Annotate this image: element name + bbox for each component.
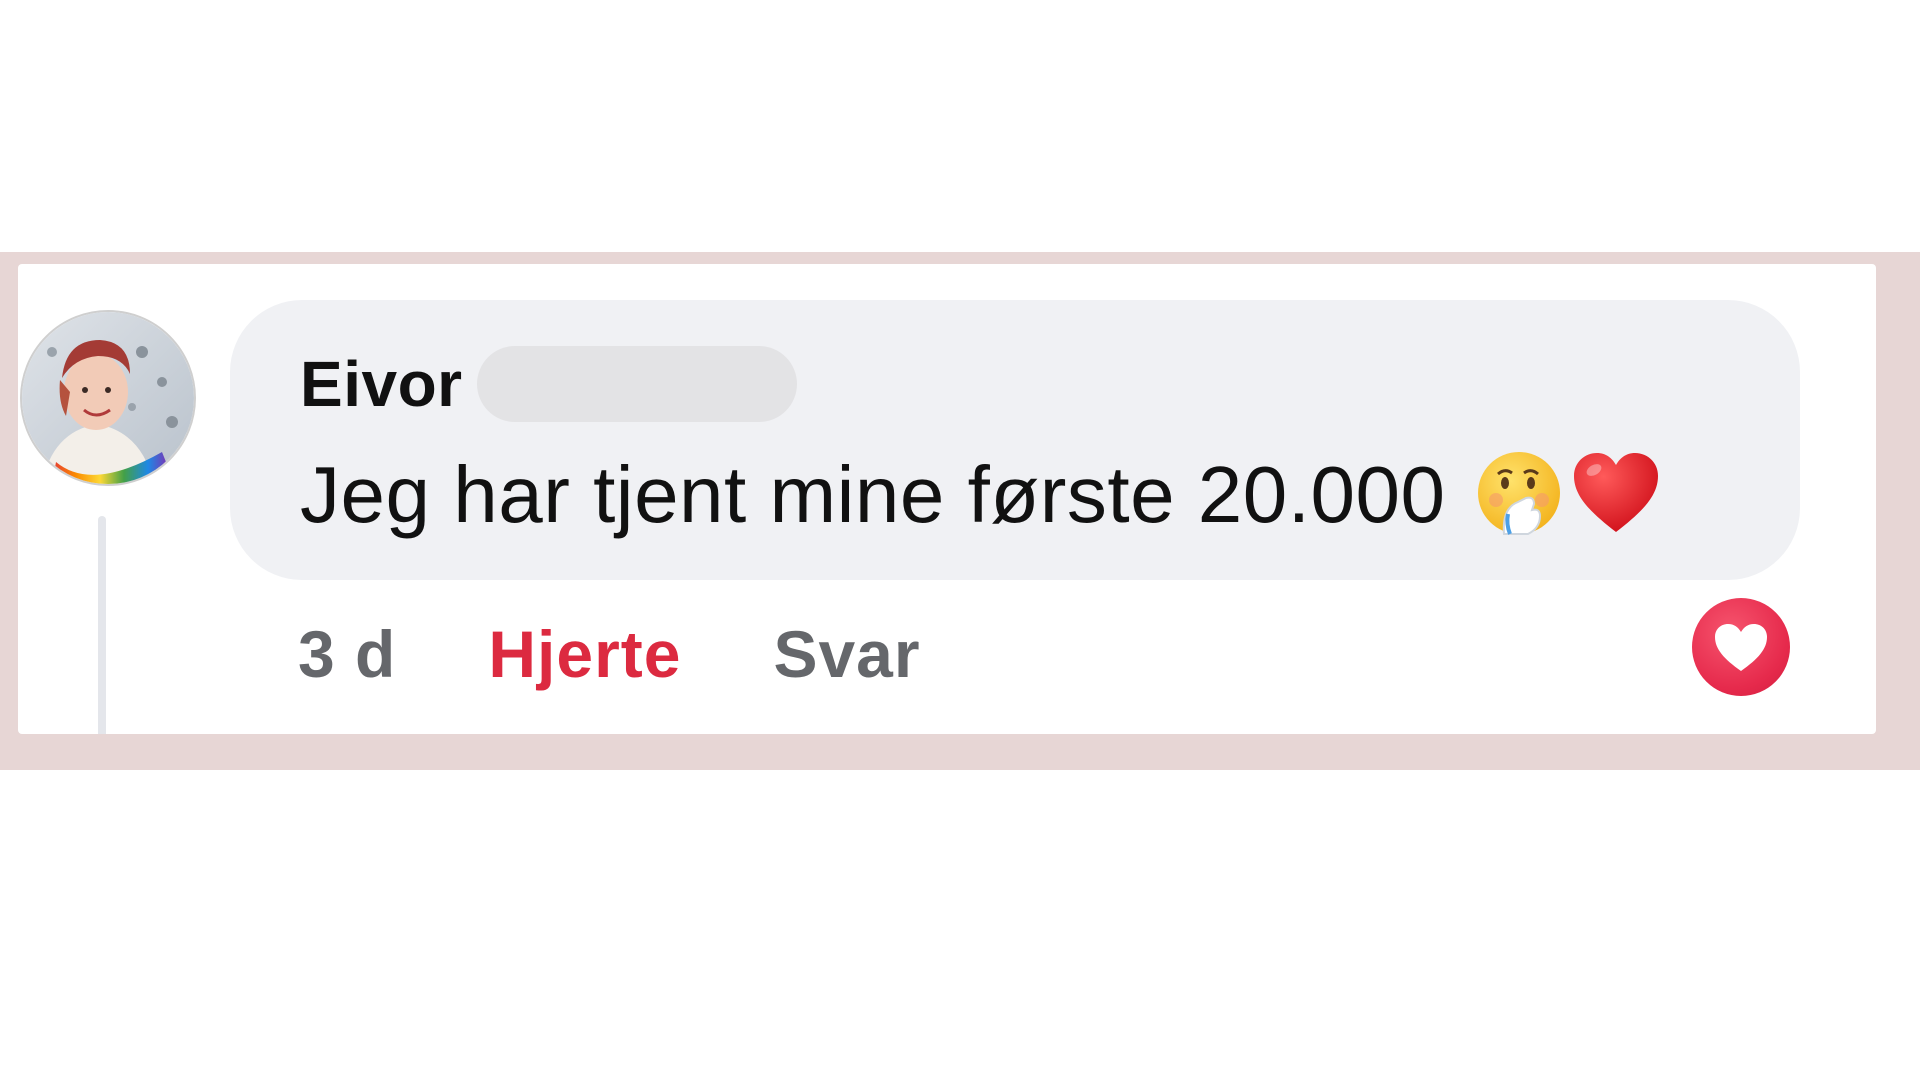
comment-card: Eivor Jeg har tjent mine første 20.000 3… — [18, 264, 1876, 734]
heart-reaction-glyph — [1715, 624, 1767, 671]
comment-bubble: Eivor Jeg har tjent mine første 20.000 — [230, 300, 1800, 580]
comment-row: Jeg har tjent mine første 20.000 — [300, 440, 1662, 550]
love-reaction-button[interactable]: Hjerte — [488, 616, 681, 692]
thread-line — [98, 516, 106, 734]
face-with-hand-over-mouth-icon — [1474, 448, 1564, 543]
reply-button[interactable]: Svar — [773, 616, 920, 692]
author-row: Eivor — [300, 346, 797, 422]
author-name[interactable]: Eivor — [300, 347, 463, 421]
heart-reaction-icon[interactable] — [1692, 598, 1790, 696]
timestamp-link[interactable]: 3 d — [298, 616, 396, 692]
avatar-photo — [22, 312, 194, 484]
redacted-surname — [476, 346, 797, 422]
comment-actions: 3 d Hjerte Svar — [298, 612, 921, 696]
red-heart-icon — [1570, 450, 1662, 541]
avatar[interactable] — [20, 310, 196, 486]
comment-text: Jeg har tjent mine første 20.000 — [300, 450, 1446, 539]
